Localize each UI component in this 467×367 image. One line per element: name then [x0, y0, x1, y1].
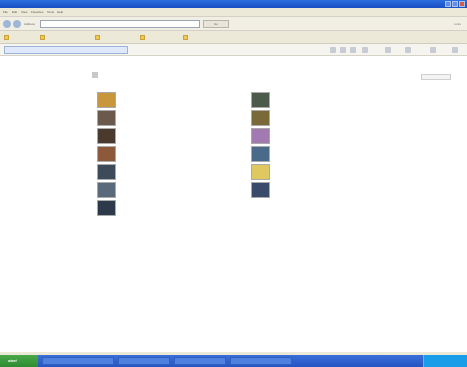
help-icon[interactable]: [405, 47, 411, 53]
forward-icon[interactable]: [13, 20, 21, 28]
list-item[interactable]: [97, 110, 120, 126]
links-bar: [0, 31, 467, 44]
navigation-bar: Address Go Links: [0, 17, 467, 31]
print-icon[interactable]: [350, 47, 356, 53]
list-item[interactable]: [251, 146, 274, 162]
list-item[interactable]: [251, 110, 274, 126]
tab-current[interactable]: [4, 46, 128, 54]
window-controls: [445, 1, 465, 7]
list-item[interactable]: [251, 182, 274, 198]
view-options-button[interactable]: [421, 74, 451, 80]
item-thumbnail: [97, 110, 116, 126]
feed-icon[interactable]: [340, 47, 346, 53]
settings-icon[interactable]: [430, 47, 436, 53]
item-thumbnail: [251, 146, 270, 162]
system-tray: [423, 355, 467, 367]
taskbar-item[interactable]: [230, 357, 292, 365]
tab-bar: [0, 44, 467, 56]
tools-menu-icon[interactable]: [385, 47, 391, 53]
menu-bar: File Edit View Favorites Tools Help: [0, 8, 467, 17]
address-label: Address: [24, 22, 36, 26]
start-button[interactable]: start: [0, 355, 38, 367]
item-thumbnail: [251, 164, 270, 180]
favorite-link[interactable]: [140, 35, 145, 40]
taskbar-item[interactable]: [174, 357, 226, 365]
menu-view[interactable]: View: [21, 10, 27, 15]
page-menu-icon[interactable]: [362, 47, 368, 53]
taskbar-item[interactable]: [42, 357, 114, 365]
item-thumbnail: [97, 164, 116, 180]
close-icon[interactable]: [459, 1, 465, 7]
page-icon: [95, 35, 100, 40]
page-icon: [140, 35, 145, 40]
item-thumbnail: [97, 146, 116, 162]
go-button[interactable]: Go: [203, 20, 229, 28]
folder-up-icon[interactable]: [92, 72, 98, 78]
home-icon[interactable]: [330, 47, 336, 53]
item-thumbnail: [97, 128, 116, 144]
item-thumbnail: [251, 92, 270, 108]
page-content: [0, 57, 467, 354]
more-icon[interactable]: [452, 47, 458, 53]
favorite-link[interactable]: [40, 35, 45, 40]
list-item[interactable]: [251, 164, 274, 180]
list-item[interactable]: [97, 146, 120, 162]
list-item[interactable]: [97, 92, 120, 108]
list-item[interactable]: [251, 92, 274, 108]
menu-edit[interactable]: Edit: [12, 10, 17, 15]
list-item[interactable]: [97, 200, 120, 216]
favorite-link[interactable]: [183, 35, 188, 40]
title-bar: [0, 0, 467, 8]
item-thumbnail: [251, 128, 270, 144]
links-label[interactable]: Links: [454, 22, 461, 26]
favorite-link[interactable]: [95, 35, 100, 40]
maximize-icon[interactable]: [452, 1, 458, 7]
taskbar: start: [0, 355, 467, 367]
menu-favorites[interactable]: Favorites: [31, 10, 43, 15]
item-thumbnail: [251, 182, 270, 198]
star-icon: [4, 35, 9, 40]
minimize-icon[interactable]: [445, 1, 451, 7]
taskbar-item[interactable]: [118, 357, 170, 365]
item-thumbnail: [97, 200, 116, 216]
favorite-link[interactable]: [4, 35, 9, 40]
list-item[interactable]: [97, 164, 120, 180]
menu-help[interactable]: Help: [57, 10, 63, 15]
list-item[interactable]: [97, 182, 120, 198]
menu-tools[interactable]: Tools: [47, 10, 54, 15]
menu-file[interactable]: File: [3, 10, 8, 15]
back-icon[interactable]: [3, 20, 11, 28]
item-thumbnail: [251, 110, 270, 126]
item-thumbnail: [97, 182, 116, 198]
page-icon: [183, 35, 188, 40]
page-icon: [40, 35, 45, 40]
item-thumbnail: [97, 92, 116, 108]
list-item[interactable]: [251, 128, 274, 144]
list-item[interactable]: [97, 128, 120, 144]
address-input[interactable]: [40, 20, 200, 28]
